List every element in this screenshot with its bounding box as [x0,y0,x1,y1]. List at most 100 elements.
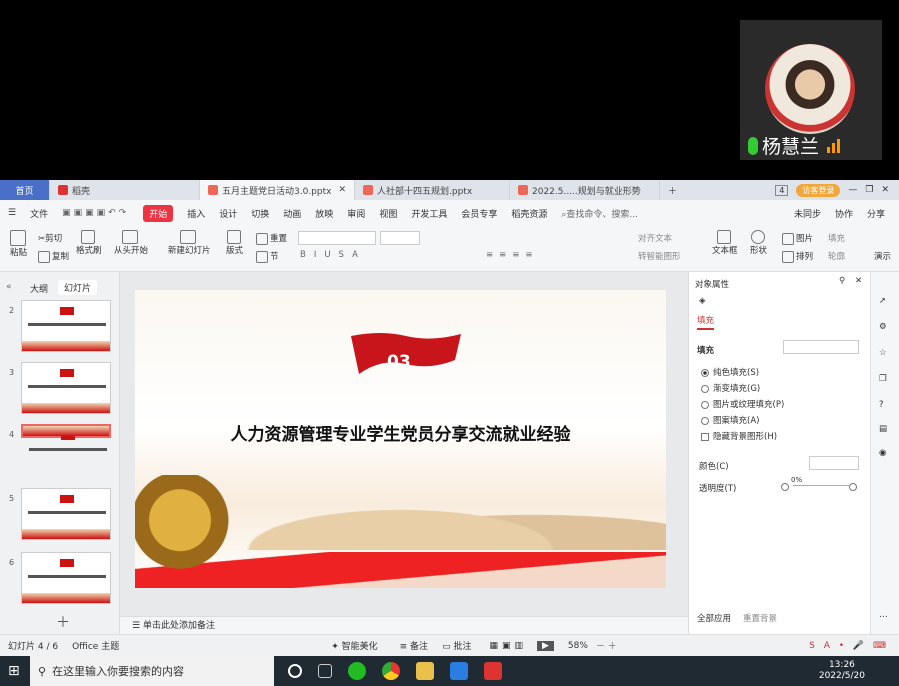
close-icon[interactable]: ✕ [855,276,862,286]
location-icon[interactable]: ◉ [879,448,886,458]
cut-button[interactable]: ✂剪切 [38,232,62,244]
view-buttons[interactable]: ▦▣▥ [489,641,527,651]
copy-icon[interactable]: ❐ [879,374,887,384]
play-slideshow-button[interactable]: ▶ [536,640,554,651]
beautify-button[interactable]: ✦ 智能美化 [331,639,377,652]
taskbar-search[interactable]: ⚲ 在这里输入你要搜索的内容 [30,656,274,686]
menu-developer[interactable]: 开发工具 [411,207,447,220]
paste-button[interactable]: 粘贴 [10,230,28,258]
apply-all-button[interactable]: 全部应用 [697,612,731,624]
notes-button[interactable]: ≡ 备注 [400,639,428,652]
shape-button[interactable]: 形状 [750,230,767,256]
tab-employment-pptx[interactable]: 2022.5.....规划与就业形势 [510,180,660,200]
font-family-select[interactable] [298,231,376,245]
gradient-fill-radio[interactable]: 渐变填充(G) [701,382,760,394]
copy-button[interactable]: 复制 [38,250,69,263]
command-search[interactable]: ⌕查找命令、搜索... [561,207,638,220]
close-icon[interactable]: ✕ [338,185,346,195]
format-brush-button[interactable]: 格式刷 [76,230,102,256]
menu-transition[interactable]: 切换 [251,207,269,220]
system-clock[interactable]: 13:26 2022/5/20 [819,660,865,682]
menu-view[interactable]: 视图 [379,207,397,220]
cortana-icon[interactable] [288,664,302,678]
slide-thumbnail-6[interactable] [21,552,111,604]
sync-status[interactable]: 未同步 [794,207,821,220]
collab-button[interactable]: 协作 [835,207,853,220]
menu-start[interactable]: 开始 [143,204,174,222]
tab-fill[interactable]: 填充 [697,314,715,330]
close-window-icon[interactable]: ✕ [881,185,889,195]
wps-icon[interactable] [484,662,502,680]
menu-docer-resources[interactable]: 稻壳资源 [511,207,547,220]
menu-insert[interactable]: 插入 [187,207,205,220]
smart-convert-button[interactable]: 转智能图形 [638,250,681,262]
arrange-button[interactable]: 排列 [782,250,813,263]
wechat-icon[interactable] [348,662,366,680]
share-button[interactable]: 分享 [867,207,885,220]
paragraph-buttons[interactable]: ≡≡≡≡ [486,250,539,260]
menu-design[interactable]: 设计 [219,207,237,220]
collapse-icon[interactable]: « [6,282,12,292]
play-button[interactable]: 演示 [874,250,891,262]
tab-home[interactable]: 首页 [0,180,50,200]
outline-button[interactable]: 轮廓 [828,250,845,262]
tab-docer[interactable]: 稻壳 [50,180,200,200]
tab-current-pptx[interactable]: 五月主题党日活动3.0.pptx ✕ [200,180,355,200]
ime-toolbar[interactable]: S A • 🎤 ⌨ [809,641,889,651]
color-picker[interactable] [809,456,859,470]
restore-icon[interactable]: ❐ [865,185,873,195]
notes-bar[interactable]: ☰ 单击此处添加备注 [120,616,688,634]
help-icon[interactable]: ? [879,400,884,410]
rocket-icon[interactable]: ➚ [879,296,886,306]
tab-outline[interactable]: 大纲 [30,282,48,295]
menu-icon[interactable]: ☰ [8,208,16,218]
new-slide-button[interactable]: 新建幻灯片 [168,230,211,256]
font-size-select[interactable] [380,231,420,245]
comments-button[interactable]: ▭ 批注 [442,639,471,652]
window-count-badge[interactable]: 4 [775,184,789,196]
fill-button[interactable]: 填充 [828,232,845,244]
new-tab-button[interactable]: ＋ [660,180,685,200]
tab-plan-pptx[interactable]: 人社部十四五规划.pptx [355,180,510,200]
star-icon[interactable]: ☆ [879,348,887,358]
menu-vip[interactable]: 会员专享 [461,207,497,220]
gallery-icon[interactable]: ▤ [879,424,887,434]
pattern-fill-radio[interactable]: 图案填充(A) [701,414,759,426]
stepper-icon[interactable] [849,482,861,492]
properties-icon[interactable]: ⚙ [879,322,887,332]
slide-thumbnail-2[interactable] [21,300,111,352]
slide-thumbnail-4[interactable] [21,424,111,451]
textbox-button[interactable]: 文本框 [712,230,738,256]
picture-fill-radio[interactable]: 图片或纹理填充(P) [701,398,784,410]
zoom-level[interactable]: 58% [568,641,588,651]
section-button[interactable]: 节 [256,250,279,263]
hide-background-checkbox[interactable]: 隐藏背景图形(H) [701,430,777,442]
minimize-icon[interactable]: — [848,185,857,195]
visitor-login-button[interactable]: 访客登录 [796,183,841,197]
slide-title[interactable]: 人力资源管理专业学生党员分享交流就业经验 [135,420,666,445]
reset-button[interactable]: 重置 [256,232,287,245]
menu-animation[interactable]: 动画 [283,207,301,220]
chrome-icon[interactable] [382,662,400,680]
pin-icon[interactable]: ⚲ [839,276,845,286]
menu-slideshow[interactable]: 放映 [315,207,333,220]
start-icon[interactable]: ⊞ [8,663,20,679]
task-view-icon[interactable] [318,664,332,678]
tab-slides[interactable]: 幻灯片 [58,280,98,295]
quick-access-icons[interactable]: ▣▣▣▣↶↷ [62,208,129,218]
menu-review[interactable]: 审阅 [347,207,365,220]
fill-dropdown[interactable] [783,340,859,354]
from-start-button[interactable]: 从头开始 [114,230,148,256]
solid-fill-radio[interactable]: 纯色填充(S) [701,366,759,378]
picture-button[interactable]: 图片 [782,232,813,245]
file-explorer-icon[interactable] [416,662,434,680]
font-style-buttons[interactable]: BIUSA [300,250,366,260]
more-icon[interactable]: ⋯ [879,612,888,622]
slide-canvas[interactable]: 03 人力资源管理专业学生党员分享交流就业经验 [135,290,666,588]
meeting-app-icon[interactable] [450,662,468,680]
zoom-controls[interactable]: － ＋ [596,639,617,652]
add-slide-button[interactable]: ＋ [56,612,70,632]
reset-background-button[interactable]: 重置背景 [743,612,777,624]
slide-thumbnail-3[interactable] [21,362,111,414]
slide-thumbnail-5[interactable] [21,488,111,540]
